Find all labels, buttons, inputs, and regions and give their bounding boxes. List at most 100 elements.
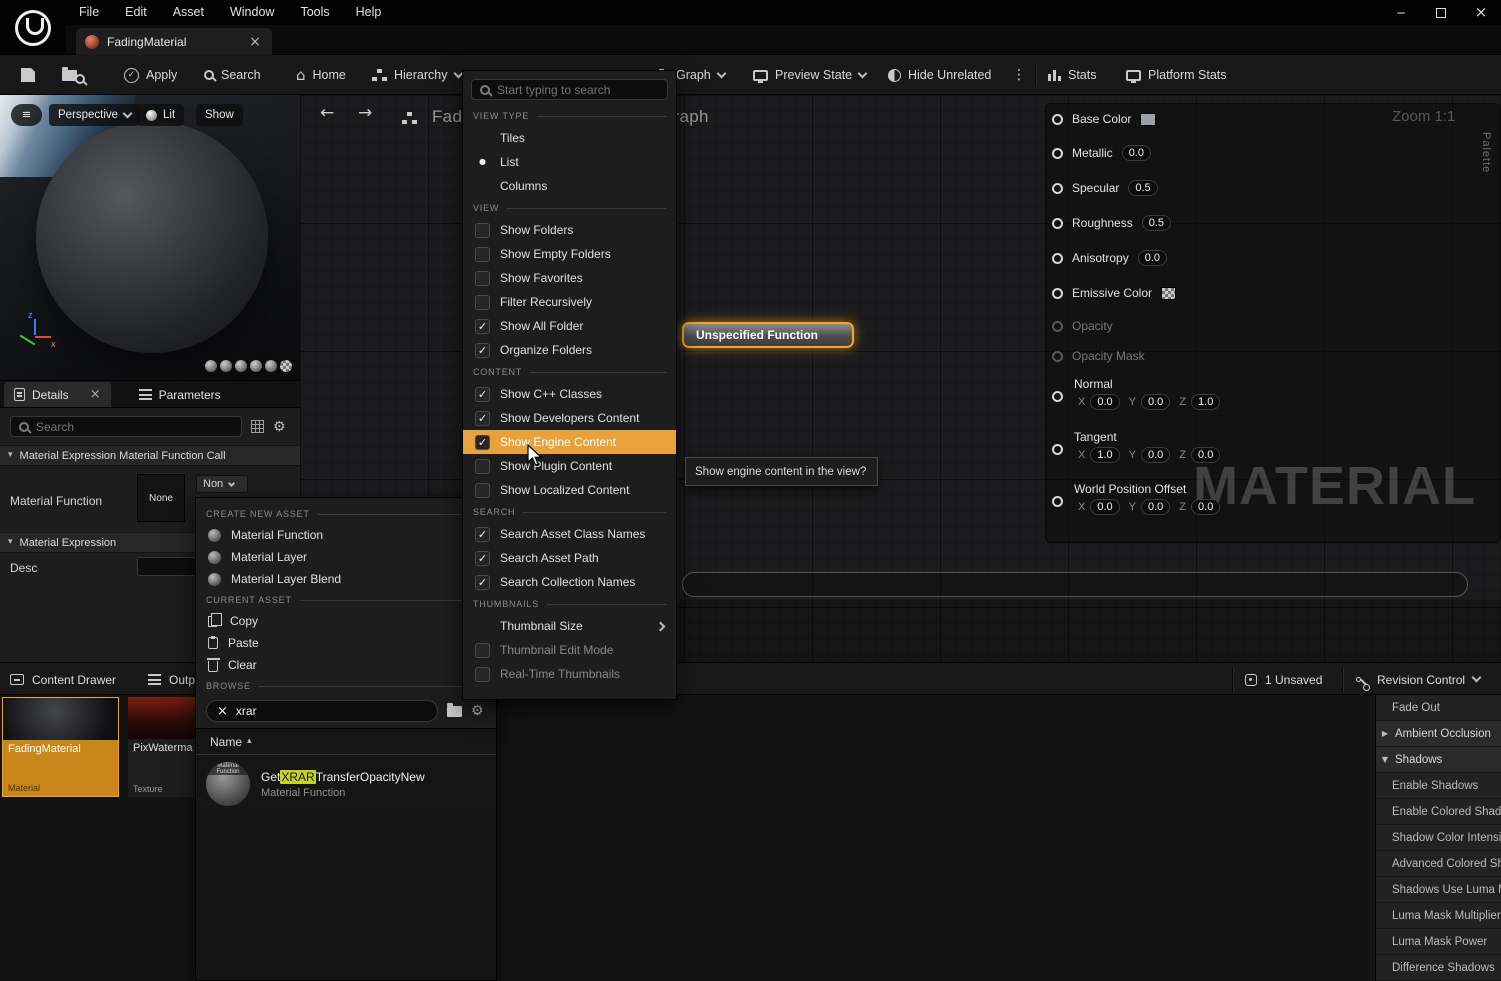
pin-icon[interactable] (1052, 148, 1063, 159)
checkbox-checked[interactable]: ✓ (475, 527, 490, 542)
home-button[interactable]: ⌂ Home (296, 62, 346, 88)
tab-fadingmaterial[interactable]: FadingMaterial × (76, 28, 272, 55)
output-log-button[interactable]: Outp (148, 668, 195, 691)
perspective-button[interactable]: Perspective (49, 104, 140, 126)
wpo-y-value[interactable]: 0.0 (1141, 499, 1170, 515)
close-button[interactable]: × (1461, 0, 1501, 25)
material-function-dropdown[interactable]: Non (196, 475, 248, 493)
pin-row-tangent[interactable]: Tangent X 1.0 Y 0.0 Z 0.0 (1052, 430, 1220, 463)
stats-button[interactable]: Stats (1048, 62, 1097, 88)
checkbox-checked[interactable]: ✓ (475, 435, 490, 450)
menu-item-show-cpp-classes[interactable]: ✓Show C++ Classes (463, 382, 676, 406)
checkbox-checked[interactable]: ✓ (475, 319, 490, 334)
tangent-x-value[interactable]: 1.0 (1090, 447, 1119, 463)
menu-item-show-plugin-content[interactable]: Show Plugin Content (463, 454, 676, 478)
checkbox-checked[interactable]: ✓ (475, 551, 490, 566)
graph-search-bar[interactable] (682, 572, 1468, 597)
pin-icon[interactable] (1052, 391, 1063, 402)
menu-window[interactable]: Window (217, 0, 287, 25)
property-row[interactable]: Enable Shadows (1376, 773, 1501, 799)
menu-item-material-layer[interactable]: Material Layer (196, 546, 496, 568)
property-row-fade-out[interactable]: Fade Out (1376, 695, 1501, 721)
expanded-arrow-icon[interactable]: ▼ (1380, 756, 1390, 764)
emissive-color-swatch[interactable] (1161, 287, 1176, 300)
menu-item-search-collection-names[interactable]: ✓Search Collection Names (463, 570, 676, 594)
pin-row-emissive-color[interactable]: Emissive Color (1052, 282, 1176, 304)
collapsed-arrow-icon[interactable]: ▶ (1380, 730, 1390, 738)
menu-asset[interactable]: Asset (160, 0, 217, 25)
menu-item-show-all-folder[interactable]: ✓Show All Folder (463, 314, 676, 338)
tab-parameters[interactable]: Parameters (129, 382, 231, 407)
menu-search-box[interactable] (471, 79, 668, 100)
normal-z-value[interactable]: 1.0 (1191, 394, 1220, 410)
base-color-swatch[interactable] (1140, 113, 1156, 126)
checkbox-unchecked[interactable] (475, 295, 490, 310)
tab-details[interactable]: Details × (4, 382, 111, 407)
preview-background-icon[interactable] (280, 360, 292, 372)
anisotropy-value[interactable]: 0.0 (1138, 250, 1167, 266)
content-drawer-button[interactable]: Content Drawer (10, 668, 116, 691)
menu-item-thumbnail-size[interactable]: Thumbnail Size (463, 614, 676, 638)
more-options-button[interactable]: ⋮ (1012, 62, 1026, 88)
menu-item-show-folders[interactable]: Show Folders (463, 218, 676, 242)
section-material-function-call[interactable]: ▾ Material Expression Material Function … (0, 445, 300, 466)
preview-shape-icon[interactable] (265, 360, 277, 372)
menu-item-columns[interactable]: Columns (463, 174, 676, 198)
hierarchy-button[interactable]: Hierarchy (372, 62, 462, 88)
category-shadows[interactable]: ▼ Shadows (1376, 747, 1501, 773)
property-row[interactable]: Luma Mask Multiplier (1376, 903, 1501, 929)
forward-icon[interactable]: → (358, 105, 372, 122)
pin-row-roughness[interactable]: Roughness 0.5 (1052, 212, 1171, 234)
platform-stats-button[interactable]: Platform Stats (1126, 62, 1227, 88)
asset-tile-fadingmaterial[interactable]: FadingMaterial Material (2, 697, 119, 797)
lit-button[interactable]: Lit (137, 104, 184, 126)
checkbox-checked[interactable]: ✓ (475, 411, 490, 426)
menu-item-show-developers-content[interactable]: ✓Show Developers Content (463, 406, 676, 430)
pin-row-anisotropy[interactable]: Anisotropy 0.0 (1052, 247, 1167, 269)
pin-row-metallic[interactable]: Metallic 0.0 (1052, 142, 1151, 164)
property-row[interactable]: Advanced Colored Shadows (1376, 851, 1501, 877)
preview-shape-icon[interactable] (205, 360, 217, 372)
pin-icon[interactable] (1052, 288, 1063, 299)
unsaved-button[interactable]: 1 Unsaved (1245, 668, 1322, 691)
pin-icon[interactable] (1052, 183, 1063, 194)
menu-search-input[interactable] (497, 83, 659, 97)
menu-item-organize-folders[interactable]: ✓Organize Folders (463, 338, 676, 362)
menu-item-search-asset-class-names[interactable]: ✓Search Asset Class Names (463, 522, 676, 546)
tangent-y-value[interactable]: 0.0 (1141, 447, 1170, 463)
save-button[interactable] (21, 62, 35, 88)
menu-item-material-layer-blend[interactable]: Material Layer Blend (196, 568, 496, 590)
save-search-icon[interactable] (447, 706, 462, 717)
menu-edit[interactable]: Edit (112, 0, 160, 25)
menu-item-show-localized-content[interactable]: Show Localized Content (463, 478, 676, 502)
show-button[interactable]: Show (196, 104, 243, 126)
menu-help[interactable]: Help (343, 0, 395, 25)
checkbox-unchecked[interactable] (475, 247, 490, 262)
normal-x-value[interactable]: 0.0 (1090, 394, 1119, 410)
asset-search-box[interactable]: × (206, 700, 438, 722)
checkbox-unchecked[interactable] (475, 483, 490, 498)
name-column-header[interactable]: Name ▴ (196, 729, 496, 755)
search-button[interactable]: Search (204, 62, 261, 88)
minimize-button[interactable]: ─ (1381, 0, 1421, 25)
display-options-icon[interactable] (251, 420, 264, 433)
property-row[interactable]: Luma Mask Power (1376, 929, 1501, 955)
pin-icon[interactable] (1052, 444, 1063, 455)
checkbox-unchecked[interactable] (475, 667, 490, 682)
wpo-z-value[interactable]: 0.0 (1191, 499, 1220, 515)
category-ambient-occlusion[interactable]: ▶ Ambient Occlusion (1376, 721, 1501, 747)
menu-item-search-asset-path[interactable]: ✓Search Asset Path (463, 546, 676, 570)
gear-icon[interactable]: ⚙ (273, 420, 286, 434)
menu-item-thumbnail-edit-mode[interactable]: Thumbnail Edit Mode (463, 638, 676, 662)
property-row[interactable]: Shadows Use Luma Mask (1376, 877, 1501, 903)
menu-item-filter-recursively[interactable]: Filter Recursively (463, 290, 676, 314)
property-row[interactable]: Difference Shadows (1376, 955, 1501, 981)
checkbox-checked[interactable]: ✓ (475, 575, 490, 590)
checkbox-checked[interactable]: ✓ (475, 343, 490, 358)
roughness-value[interactable]: 0.5 (1142, 215, 1171, 231)
close-icon[interactable]: × (247, 35, 263, 49)
preview-shape-icon[interactable] (235, 360, 247, 372)
asset-result-row[interactable]: Material Function GetXRARTransferOpacity… (196, 755, 496, 813)
checkbox-unchecked[interactable] (475, 271, 490, 286)
preview-state-button[interactable]: Preview State (753, 62, 866, 88)
